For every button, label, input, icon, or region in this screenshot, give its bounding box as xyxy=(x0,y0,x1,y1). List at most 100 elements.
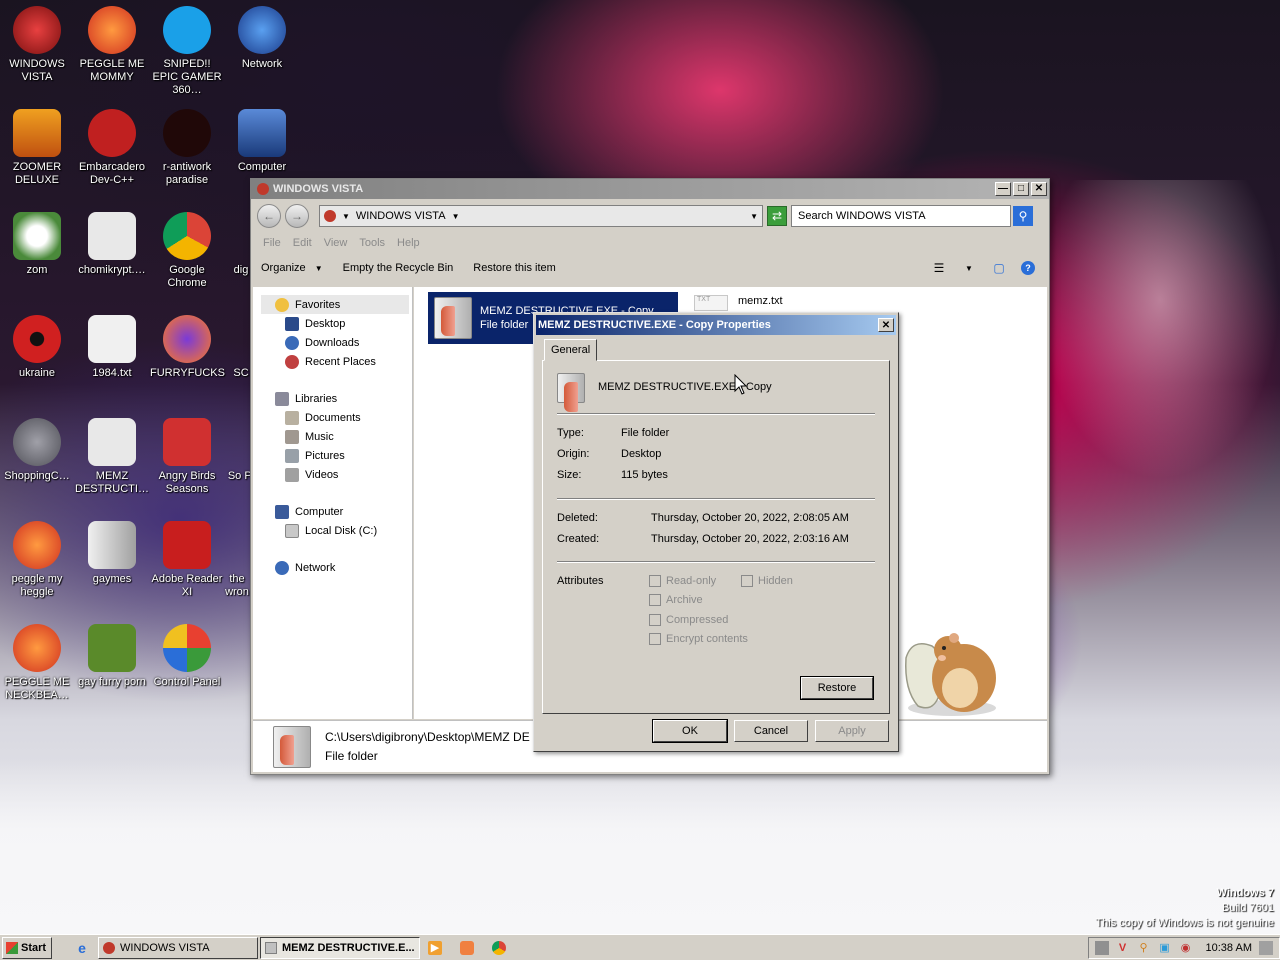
taskbar-button-windows-vista[interactable]: WINDOWS VISTA xyxy=(98,936,258,959)
desktop-icon[interactable]: Embarcadero Dev-C++ xyxy=(75,109,149,187)
desktop-icon[interactable]: 1984.txt xyxy=(75,315,149,380)
start-button[interactable]: Start xyxy=(2,936,52,959)
menu-bar: File Edit View Tools Help xyxy=(251,233,1049,253)
search-input[interactable]: Search WINDOWS VISTA xyxy=(791,205,1011,227)
ie-icon[interactable]: e xyxy=(74,940,90,956)
preview-pane-icon[interactable]: ▢ xyxy=(991,261,1007,275)
desktop-icon[interactable]: Google Chrome xyxy=(150,212,224,290)
nav-favorites[interactable]: Favorites xyxy=(261,295,409,314)
nav-libraries[interactable]: Libraries xyxy=(275,389,412,408)
desktop-icon[interactable]: FURRYFUCKS xyxy=(150,315,225,380)
nav-network[interactable]: Network xyxy=(275,558,412,577)
text-file-icon xyxy=(88,315,136,363)
maximize-button[interactable]: □ xyxy=(1013,182,1029,196)
nav-item-documents[interactable]: Documents xyxy=(285,408,412,427)
forward-button[interactable]: → xyxy=(285,204,309,228)
cancel-button[interactable]: Cancel xyxy=(734,720,808,742)
nav-item-videos[interactable]: Videos xyxy=(285,465,412,484)
vivaldi-icon[interactable]: V xyxy=(1116,941,1130,955)
desktop-icon[interactable]: peggle my heggle xyxy=(0,521,74,599)
desktop-icon[interactable]: PEGGLE ME MOMMY xyxy=(75,6,149,84)
chevron-down-icon[interactable]: ▼ xyxy=(961,261,977,275)
back-button[interactable]: ← xyxy=(257,204,281,228)
chevron-down-icon[interactable]: ▼ xyxy=(342,212,350,221)
ok-button[interactable]: OK xyxy=(652,719,728,743)
volume-icon[interactable]: ◉ xyxy=(1179,941,1193,955)
desktop-icon[interactable]: SNIPED!! EPIC GAMER 360… xyxy=(150,6,224,97)
media-player-icon[interactable]: ▶ xyxy=(428,940,442,955)
menu-help[interactable]: Help xyxy=(391,237,426,249)
tab-general[interactable]: General xyxy=(544,339,598,361)
desktop-icon[interactable]: MEMZ DESTRUCTI… xyxy=(75,418,149,496)
refresh-button[interactable]: ⇄ xyxy=(767,206,787,226)
checkbox-box xyxy=(649,594,661,606)
file-item-txt[interactable]: TXT memz.txt xyxy=(694,295,783,311)
nav-item-recent-places[interactable]: Recent Places xyxy=(285,352,412,371)
dialog-close-button[interactable]: ✕ xyxy=(878,318,894,332)
desktop-icon[interactable]: Network xyxy=(225,6,299,71)
desktop-icon[interactable]: PEGGLE ME NECKBEA… xyxy=(0,624,74,702)
desktop-icon[interactable]: gaymes xyxy=(75,521,149,586)
button-label: Apply xyxy=(838,725,866,737)
nav-label: Pictures xyxy=(305,449,345,462)
address-field[interactable]: ▼ WINDOWS VISTA ▼ ▼ xyxy=(319,205,763,227)
display-icon[interactable]: ▣ xyxy=(1158,941,1172,955)
nav-item-music[interactable]: Music xyxy=(285,427,412,446)
nav-item-local-disk[interactable]: Local Disk (C:) xyxy=(285,521,412,540)
desktop-icon[interactable]: Computer xyxy=(225,109,299,174)
desktop-icon[interactable]: zom xyxy=(0,212,74,277)
empty-recycle-bin-button[interactable]: Empty the Recycle Bin xyxy=(343,262,454,274)
address-dropdown-icon[interactable]: ▼ xyxy=(750,212,758,221)
taskbar-button-memz-properties[interactable]: MEMZ DESTRUCTIVE.E... xyxy=(260,936,420,959)
nav-label: Downloads xyxy=(305,336,360,349)
menu-tools[interactable]: Tools xyxy=(353,237,391,249)
desktop-icon[interactable]: ZOOMER DELUXE xyxy=(0,109,74,187)
chrome-icon[interactable] xyxy=(492,940,506,955)
search-button[interactable]: ⚲ xyxy=(1013,206,1033,226)
desktop-icon[interactable]: chomikrypt.… xyxy=(75,212,149,277)
music-icon xyxy=(285,429,299,444)
view-options-icon[interactable]: ☰ xyxy=(931,261,947,275)
nav-item-desktop[interactable]: Desktop xyxy=(285,314,412,333)
organize-button[interactable]: Organize ▼ xyxy=(261,262,323,274)
clock[interactable]: 10:38 AM xyxy=(1206,942,1252,954)
desktop-icon[interactable]: r-antiwork paradise xyxy=(150,109,224,187)
search-tray-icon[interactable]: ⚲ xyxy=(1137,941,1151,955)
recent-places-icon xyxy=(285,354,299,369)
desktop-icon-label: Angry Birds Seasons xyxy=(158,470,216,495)
desktop-icon-label: r-antiwork paradise xyxy=(162,161,212,186)
desktop-icon[interactable]: ukraine xyxy=(0,315,74,380)
desktop-icon[interactable]: Adobe Reader XI xyxy=(150,521,224,599)
help-icon[interactable]: ? xyxy=(1021,261,1035,275)
nav-computer[interactable]: Computer xyxy=(275,502,412,521)
disk-icon xyxy=(285,523,299,538)
tray-app-icon[interactable] xyxy=(1094,940,1109,955)
show-desktop-icon[interactable] xyxy=(1259,940,1273,955)
explorer-titlebar[interactable]: WINDOWS VISTA — □ ✕ xyxy=(251,179,1049,199)
button-label: Restore xyxy=(817,682,857,694)
desktop-icon-label: SC xyxy=(233,367,249,379)
restore-item-button[interactable]: Restore this item xyxy=(473,262,556,274)
close-button[interactable]: ✕ xyxy=(1031,182,1047,196)
menu-edit[interactable]: Edit xyxy=(287,237,318,249)
desktop-icon[interactable]: Control Panel xyxy=(150,624,224,689)
dialog-titlebar[interactable]: MEMZ DESTRUCTIVE.EXE - Copy Properties ✕ xyxy=(536,315,896,335)
restore-button[interactable]: Restore xyxy=(800,676,874,700)
explorer-title: WINDOWS VISTA xyxy=(273,183,364,195)
taskbar-button-label: WINDOWS VISTA xyxy=(120,941,210,954)
nav-item-pictures[interactable]: Pictures xyxy=(285,446,412,465)
menu-view[interactable]: View xyxy=(318,237,354,249)
paint-icon[interactable] xyxy=(460,940,474,955)
address-text: WINDOWS VISTA xyxy=(355,210,446,222)
desktop-icon[interactable]: gay furry porn xyxy=(75,624,149,689)
desktop-icon-partial[interactable]: the wron xyxy=(222,573,252,599)
minimize-button[interactable]: — xyxy=(995,182,1011,196)
chevron-down-icon[interactable]: ▼ xyxy=(452,212,460,221)
menu-file[interactable]: File xyxy=(257,237,287,249)
desktop-icon-label: PEGGLE ME NECKBEA… xyxy=(4,676,70,701)
desktop-icon[interactable]: Angry Birds Seasons xyxy=(150,418,224,496)
desktop-icon[interactable]: ShoppingC… xyxy=(0,418,74,483)
properties-dialog[interactable]: MEMZ DESTRUCTIVE.EXE - Copy Properties ✕… xyxy=(533,312,899,752)
desktop-icon[interactable]: WINDOWS VISTA xyxy=(0,6,74,84)
nav-item-downloads[interactable]: Downloads xyxy=(285,333,412,352)
